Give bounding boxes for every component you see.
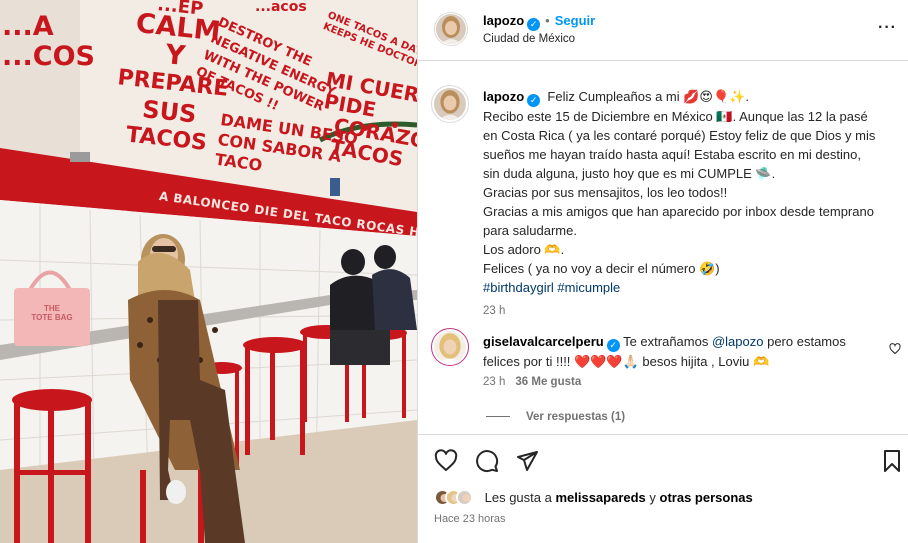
caption-author-avatar[interactable] xyxy=(434,88,466,120)
verified-badge-icon: ✓ xyxy=(527,18,541,31)
wall-text-top: ...acos xyxy=(255,0,307,15)
likes-text: Les gusta a melissapareds y otras person… xyxy=(485,490,753,505)
likes-middle: y xyxy=(645,490,660,506)
comment-likes-count[interactable]: 36 Me gusta xyxy=(515,376,581,388)
follow-button[interactable]: Seguir xyxy=(555,13,595,28)
author-avatar[interactable] xyxy=(436,14,466,44)
caption-line: en Costa Rica ( ya les contaré porqué) E… xyxy=(483,128,876,143)
comment-like-heart-icon[interactable] xyxy=(889,343,901,355)
view-replies-label: Ver respuestas (1) xyxy=(526,411,626,423)
caption-line: Gracias por sus mensajitos, los leo todo… xyxy=(483,185,728,200)
caption-line: Los adoro 🫶. xyxy=(483,242,565,257)
caption-line: Felices ( ya no voy a decir el número 🤣) xyxy=(483,261,720,276)
comment-mention-link[interactable]: @lapozo xyxy=(712,334,764,349)
author-username[interactable]: lapozo xyxy=(483,13,524,28)
comment-meta: 23 h 36 Me gusta xyxy=(483,376,581,388)
liker-avatar xyxy=(456,489,473,507)
liker-username[interactable]: melissapareds xyxy=(555,490,645,505)
caption-time[interactable]: 23 h xyxy=(483,302,903,321)
caption-author-avatar-image xyxy=(434,88,466,120)
caption-line: Recibo este 15 de Diciembre en México 🇲🇽… xyxy=(483,109,868,124)
caption-line: para saludarme. xyxy=(483,223,577,238)
comment-text-after: pero estamos xyxy=(763,334,846,349)
comment-line-1: giselavalcarcelperu ✓ Te extrañamos @lapo… xyxy=(483,332,883,352)
separator-dot: • xyxy=(545,13,550,28)
wall-text-left: ...A ...COS xyxy=(2,12,95,72)
caption-line: Gracias a mis amigos que han aparecido p… xyxy=(483,204,874,219)
comments-area[interactable]: lapozo ✓ Feliz Cumpleaños a mi 💋😍🎈✨. Reci… xyxy=(418,62,908,434)
caption-line: sin duda alguna, justo hoy que es mi CUM… xyxy=(483,166,776,181)
location-link[interactable]: Ciudad de México xyxy=(483,33,575,45)
share-send-icon[interactable] xyxy=(515,449,539,473)
tote-bag-label-line: TOTE BAG xyxy=(31,312,73,322)
caption-hashtags[interactable]: #birthdaygirl #micumple xyxy=(483,278,903,297)
commenter-avatar[interactable] xyxy=(434,331,466,363)
like-heart-icon[interactable] xyxy=(434,449,458,473)
caption-username[interactable]: lapozo xyxy=(483,89,524,104)
post-details-panel: lapozo ✓ • Seguir Ciudad de México ··· lapo… xyxy=(417,0,908,543)
comment-line-2: felices por ti !!!! ❤️❤️❤️🙏🏻 besos hijit… xyxy=(483,354,770,369)
header-user-line: lapozo ✓ • Seguir xyxy=(483,13,595,31)
more-options-icon[interactable]: ··· xyxy=(878,20,897,36)
likes-summary[interactable]: Les gusta a melissapareds y otras person… xyxy=(434,489,753,507)
post-actions-bar: Les gusta a melissapareds y otras person… xyxy=(418,434,908,543)
verified-badge-icon: ✓ xyxy=(606,339,620,352)
replies-divider-line xyxy=(486,416,510,418)
likes-prefix: Les gusta a xyxy=(484,490,556,506)
view-replies-button[interactable]: Ver respuestas (1) xyxy=(486,411,625,423)
post-photo[interactable]: ...A ...COS ...EP CALM Y PREPARE SUS TAC… xyxy=(0,0,417,543)
post-timestamp[interactable]: Hace 23 horas xyxy=(434,513,506,525)
wall-text-line: ...A xyxy=(2,11,54,42)
caption-first-line-text: Feliz Cumpleaños a mi 💋😍🎈✨. xyxy=(547,89,749,104)
post-caption: lapozo ✓ Feliz Cumpleaños a mi 💋😍🎈✨. Reci… xyxy=(483,87,903,321)
caption-first-line: lapozo ✓ Feliz Cumpleaños a mi 💋😍🎈✨. xyxy=(483,87,903,107)
post-header: lapozo ✓ • Seguir Ciudad de México ··· xyxy=(418,0,908,61)
caption-line: sueños me hayan traído hasta aquí! Estab… xyxy=(483,147,861,162)
comment-time[interactable]: 23 h xyxy=(483,376,505,388)
commenter-username[interactable]: giselavalcarcelperu xyxy=(483,334,604,349)
verified-badge-icon: ✓ xyxy=(527,94,541,107)
comment-text-before: Te extrañamos xyxy=(619,334,712,349)
save-bookmark-icon[interactable] xyxy=(880,449,904,473)
wall-text-line: ...COS xyxy=(2,41,95,72)
author-avatar-image xyxy=(436,14,466,44)
comment-body: giselavalcarcelperu ✓ Te extrañamos @lapo… xyxy=(483,332,883,371)
tote-bag-label: THE TOTE BAG xyxy=(30,304,74,323)
comment-bubble-icon[interactable] xyxy=(475,449,499,473)
commenter-avatar-image xyxy=(434,331,466,363)
likes-others-link[interactable]: otras personas xyxy=(660,490,753,505)
